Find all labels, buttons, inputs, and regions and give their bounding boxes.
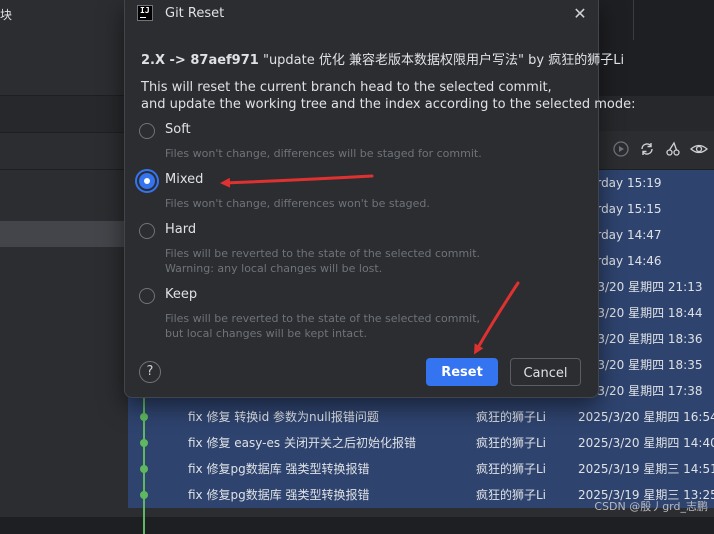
- commit-author: 疯狂的狮子Li: [476, 436, 547, 450]
- commit-row[interactable]: fix 修复pg数据库 强类型转换报错 疯狂的狮子Li 2025/3/19 星期三 …: [128, 456, 714, 482]
- mixed-hint: Files won't change, differences won't be…: [165, 197, 430, 210]
- soft-label: Soft: [165, 122, 191, 137]
- refresh-icon[interactable]: [638, 141, 656, 159]
- commit-message: fix 修复 easy-es 关闭开关之后初始化报错: [188, 436, 416, 450]
- commit-message: fix 修复pg数据库 强类型转换报错: [188, 462, 370, 476]
- watermark: CSDN @殷丿grd_志鹏: [594, 500, 708, 513]
- dialog-title: Git Reset: [165, 6, 225, 21]
- commit-message: fix 修复pg数据库 强类型转换报错: [188, 488, 370, 502]
- left-panel-label: 块: [0, 8, 13, 22]
- description-line-2: and update the working tree and the inde…: [141, 97, 636, 112]
- left-panel-header: [0, 95, 128, 133]
- close-icon[interactable]: ✕: [571, 5, 589, 23]
- commit-node: [140, 465, 148, 473]
- reset-button[interactable]: Reset: [426, 358, 498, 386]
- hard-hint: Files will be reverted to the state of t…: [165, 247, 481, 260]
- hard-label: Hard: [165, 222, 197, 237]
- git-reset-dialog: IJ Git Reset ✕ 2.X -> 87aef971 "update 优…: [124, 0, 635, 398]
- left-panel-selected-item[interactable]: [0, 221, 128, 247]
- commit-node: [140, 439, 148, 447]
- intellij-app-icon: IJ: [137, 5, 153, 21]
- commit-message: fix 修复 转换id 参数为null报错问题: [188, 410, 379, 424]
- soft-radio[interactable]: [139, 123, 155, 139]
- commit-row[interactable]: fix 修复 转换id 参数为null报错问题 疯狂的狮子Li 2025/3/20 …: [128, 404, 714, 430]
- commit-date: 2025/3/20 星期四 14:40: [578, 436, 714, 450]
- hard-warning: Warning: any local changes will be lost.: [165, 262, 383, 275]
- keep-label: Keep: [165, 287, 198, 302]
- mixed-radio[interactable]: [139, 173, 155, 189]
- commit-info: 2.X -> 87aef971 "update 优化 兼容老版本数据权限用户写法…: [141, 49, 624, 68]
- help-icon[interactable]: ?: [139, 361, 161, 383]
- eye-icon[interactable]: [690, 141, 708, 159]
- keep-hint-2: but local changes will be kept intact.: [165, 327, 367, 340]
- commit-node: [140, 491, 148, 499]
- graph-line: [143, 508, 145, 534]
- commit-author: 疯狂的狮子Li: [476, 462, 547, 476]
- keep-hint: Files will be reverted to the state of t…: [165, 312, 481, 325]
- commit-author: 疯狂的狮子Li: [476, 410, 547, 424]
- keep-radio[interactable]: [139, 288, 155, 304]
- hard-radio[interactable]: [139, 223, 155, 239]
- commit-ref: 2.X -> 87aef971: [141, 53, 259, 68]
- commit-date: 2025/3/20 星期四 16:54: [578, 410, 714, 424]
- cherry-pick-icon[interactable]: [664, 141, 682, 159]
- play-icon[interactable]: [612, 141, 630, 159]
- commit-row[interactable]: fix 修复 easy-es 关闭开关之后初始化报错 疯狂的狮子Li 2025/3/…: [128, 430, 714, 456]
- left-panel: 块: [0, 0, 129, 517]
- commit-message: "update 优化 兼容老版本数据权限用户写法" by 疯狂的狮子Li: [258, 53, 625, 68]
- commit-date: 2025/3/19 星期三 14:51: [578, 462, 714, 476]
- mixed-label: Mixed: [165, 172, 204, 187]
- dialog-titlebar[interactable]: IJ Git Reset ✕: [125, 0, 598, 28]
- description-line-1: This will reset the current branch head …: [141, 80, 552, 95]
- commit-node: [140, 413, 148, 421]
- cancel-button[interactable]: Cancel: [510, 358, 581, 386]
- commit-author: 疯狂的狮子Li: [476, 488, 547, 502]
- reset-description: This will reset the current branch head …: [141, 79, 635, 113]
- soft-hint: Files won't change, differences will be …: [165, 147, 482, 160]
- left-panel-toolbar: [0, 133, 128, 170]
